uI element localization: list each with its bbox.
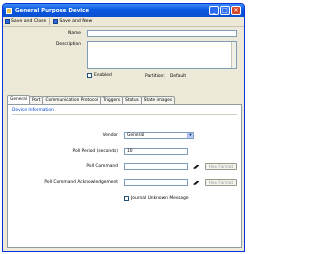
device-information-title: Device Information	[12, 108, 54, 113]
minimize-icon[interactable]: _	[209, 6, 219, 15]
tab-triggers[interactable]: Triggers	[100, 96, 124, 104]
enabled-checkbox[interactable]: Enabled	[87, 73, 112, 78]
partition-value: Default	[170, 74, 187, 79]
device-window: General Purpose Device _ □ ✕ Save and Cl…	[2, 3, 245, 252]
save-new-icon	[53, 19, 59, 24]
vendor-value: General	[127, 133, 145, 138]
pen-icon[interactable]	[193, 164, 200, 169]
save-icon	[5, 19, 10, 24]
save-and-close-button[interactable]: Save and Close	[5, 19, 46, 24]
title-bar[interactable]: General Purpose Device _ □ ✕	[3, 4, 244, 17]
enabled-box[interactable]	[87, 73, 92, 78]
journal-label: Journal Unknown Message	[131, 196, 189, 201]
description-label: Description	[55, 42, 81, 47]
general-tab-panel: Device Information Vendor General ▼ Poll…	[7, 104, 242, 248]
save-and-new-button[interactable]: Save and New	[53, 19, 92, 24]
chevron-down-icon[interactable]: ▼	[187, 133, 193, 138]
poll-period-input[interactable]: 10	[124, 148, 188, 155]
tab-status[interactable]: Status	[122, 96, 142, 104]
enabled-label: Enabled	[94, 73, 112, 78]
vendor-label: Vendor	[102, 133, 118, 138]
description-input[interactable]	[87, 41, 237, 69]
group-divider	[12, 114, 237, 115]
window-controls: _ □ ✕	[209, 6, 241, 15]
journal-box[interactable]	[124, 196, 129, 201]
maximize-icon[interactable]: □	[220, 6, 230, 15]
save-and-new-label: Save and New	[59, 19, 93, 24]
journal-unknown-checkbox[interactable]: Journal Unknown Message	[124, 196, 189, 201]
poll-command-input[interactable]	[124, 163, 188, 170]
tab-state-images[interactable]: State images	[140, 96, 176, 104]
description-scrollbar[interactable]	[231, 42, 236, 68]
poll-command-label: Poll Command	[86, 164, 118, 169]
hex-format-button[interactable]: Hex Format	[205, 163, 237, 170]
name-input[interactable]	[87, 30, 237, 37]
hex-format-ack-button[interactable]: Hex Format	[205, 179, 237, 186]
save-and-close-label: Save and Close	[11, 19, 47, 24]
poll-period-label: Poll Period (seconds)	[72, 149, 118, 154]
vendor-select[interactable]: General ▼	[124, 132, 194, 139]
name-label: Name	[68, 31, 81, 36]
app-icon	[6, 7, 12, 14]
toolbar-divider	[49, 18, 51, 25]
window-title: General Purpose Device	[15, 7, 90, 14]
poll-ack-input[interactable]	[124, 179, 188, 186]
tab-strip: General Port Communication Protocol Trig…	[7, 95, 176, 104]
tab-general[interactable]: General	[7, 95, 30, 104]
partition-label: Partition:	[145, 74, 165, 79]
tab-port[interactable]: Port	[28, 96, 44, 104]
poll-ack-label: Poll Command Acknowledgement	[44, 180, 118, 185]
toolbar: Save and Close Save and New	[3, 17, 244, 27]
tab-communication-protocol[interactable]: Communication Protocol	[42, 96, 102, 104]
pen-icon[interactable]	[193, 180, 200, 185]
close-icon[interactable]: ✕	[231, 6, 241, 15]
